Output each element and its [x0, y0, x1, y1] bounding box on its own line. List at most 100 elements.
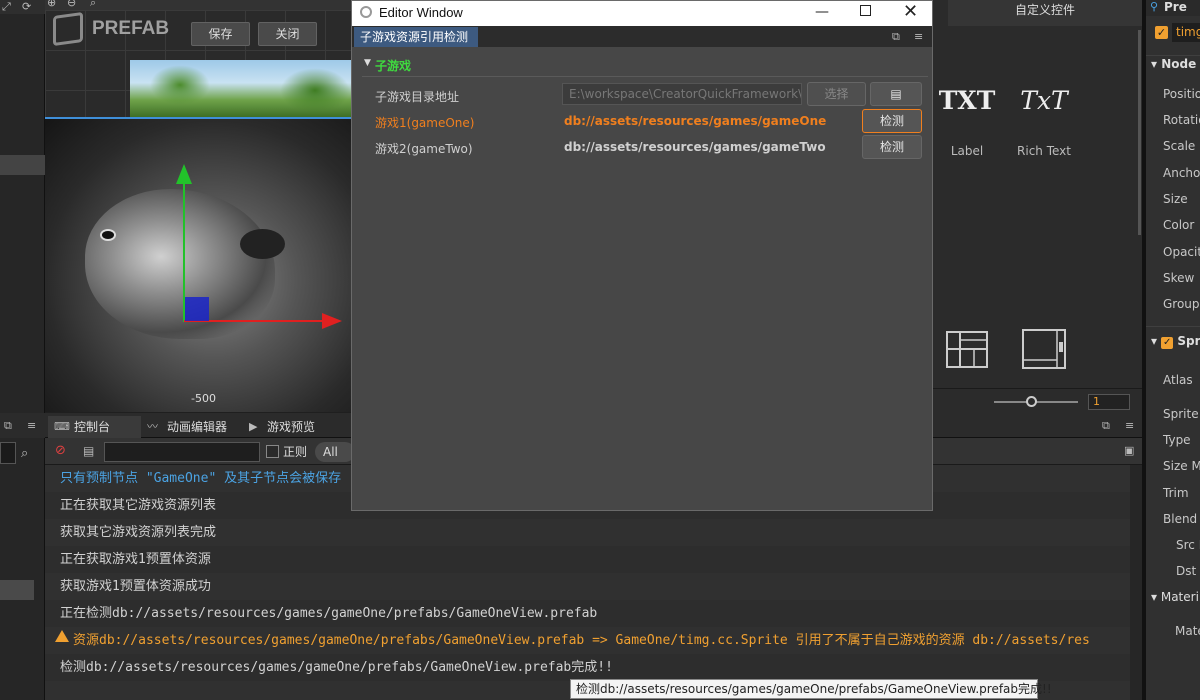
richtext-widget-icon[interactable]: TxT [1012, 86, 1076, 115]
collapse-icon[interactable]: ▣ [1124, 444, 1134, 458]
log-line[interactable]: 获取游戏1预置体资源成功 [60, 573, 211, 600]
save-button[interactable]: 保存 [191, 22, 250, 46]
expand-icon[interactable]: ⤢ [2, 0, 11, 14]
tab-console[interactable]: ⌨ 控制台 [48, 416, 141, 438]
prop-skew: Skew [1163, 271, 1195, 285]
section-label[interactable]: 子游戏 [375, 57, 411, 74]
log-line[interactable]: 正在获取游戏1预置体资源 [60, 546, 211, 573]
game1-path: db://assets/resources/games/gameOne [564, 114, 827, 128]
prop-trim: Trim [1163, 486, 1189, 500]
prop-rotation: Rotation [1163, 113, 1200, 127]
node-name-input[interactable]: timg [1172, 23, 1200, 42]
lion-image [45, 119, 352, 412]
library-scrollbar[interactable] [1138, 30, 1141, 235]
check-game1-button[interactable]: 检测 [862, 109, 922, 133]
window-icon[interactable]: ⧉ [892, 30, 900, 44]
scrollview-widget-icon[interactable] [1022, 328, 1068, 372]
label-widget-icon[interactable]: TXT [937, 86, 997, 115]
menu-icon[interactable]: ≡ [914, 30, 923, 44]
scene-view[interactable]: ⊕ ⊖ ⌕ PREFAB 保存 关闭 -500 [45, 0, 352, 412]
log-line-warning[interactable]: 资源db://assets/resources/games/gameOne/pr… [73, 627, 1090, 654]
sprite-enabled-checkbox[interactable]: ✓ [1161, 337, 1174, 349]
label-widget-label: Label [950, 144, 984, 158]
minimize-button[interactable]: — [815, 4, 829, 20]
layout-widget-icon[interactable] [946, 330, 990, 370]
prop-scale: Scale [1163, 139, 1196, 153]
x-axis-arrow-icon[interactable] [322, 313, 342, 329]
terminal-icon: ⌨ [54, 420, 70, 433]
prop-color: Color [1163, 218, 1195, 232]
xy-plane-handle[interactable] [185, 297, 209, 321]
open-file-button[interactable]: ▤ [870, 82, 922, 106]
open-log-icon[interactable]: ▤ [83, 444, 94, 458]
console-filter-input[interactable] [104, 442, 260, 462]
editor-window[interactable]: Editor Window — ✕ ⧉ ≡ 子游戏资源引用检测 ▼ 子游戏 子游… [351, 0, 933, 511]
zoom-input[interactable]: 1 [1088, 394, 1130, 410]
prop-src-blend: Src B [1176, 538, 1200, 552]
node-section-header[interactable]: ▾ Node [1151, 57, 1196, 71]
tab-game-preview-label: 游戏预览 [267, 420, 316, 434]
assets-selected-row[interactable] [0, 580, 34, 600]
animation-icon: 〰 [147, 420, 158, 433]
camera-icon: ▶ [249, 420, 258, 433]
window-close-button[interactable]: ✕ [903, 1, 918, 22]
search-icon[interactable]: ⌕ [90, 0, 96, 10]
game1-label: 游戏1(gameOne) [375, 116, 475, 130]
zoom-in-icon[interactable]: ⊕ [47, 0, 56, 10]
close-button[interactable]: 关闭 [258, 22, 317, 46]
node-section-label: Node [1161, 57, 1197, 71]
window-icon[interactable]: ⧉ [1102, 419, 1110, 433]
log-line[interactable]: 获取其它游戏资源列表完成 [60, 519, 216, 546]
tab-animation-editor[interactable]: 〰 动画编辑器 [145, 416, 227, 438]
tab-game-preview[interactable]: ▶ 游戏预览 [245, 416, 315, 438]
inspector-header: ⚲ Pre [1146, 0, 1200, 16]
widget-library: 自定义控件 TXT Label TxT Rich Text 1 [932, 0, 1142, 413]
dir-label: 子游戏目录地址 [375, 90, 460, 104]
check-game2-button[interactable]: 检测 [862, 135, 922, 159]
dir-path-input[interactable]: E:\workspace\CreatorQuickFramework\asset… [562, 83, 802, 105]
y-axis-arrow-icon[interactable] [176, 164, 192, 184]
prop-type: Type [1163, 433, 1191, 447]
sprite-section-header[interactable]: ▾ ✓ Spri [1151, 334, 1200, 349]
log-level-select[interactable]: All [315, 442, 355, 462]
game2-label: 游戏2(gameTwo) [375, 142, 473, 156]
prop-anchor: Anchor [1163, 166, 1200, 180]
zoom-slider-thumb[interactable] [1026, 396, 1037, 407]
regex-checkbox[interactable] [266, 445, 279, 458]
tab-resource-check[interactable]: 子游戏资源引用检测 [354, 27, 478, 47]
search-icon[interactable]: ⌕ [21, 447, 28, 461]
material-section-label: Materi [1160, 590, 1199, 604]
log-line-info[interactable]: 只有预制节点 "GameOne" 及其子节点会被保存 [60, 465, 341, 492]
select-dir-button[interactable]: 选择 [807, 82, 866, 106]
assets-toolbar: ⧉ ≡ [0, 413, 45, 438]
log-line[interactable]: 正在检测db://assets/resources/games/gameOne/… [60, 600, 597, 627]
prefab-cube-icon [53, 11, 83, 47]
menu-icon[interactable]: ≡ [1125, 419, 1134, 433]
hierarchy-selected-row[interactable] [0, 155, 45, 175]
game2-path: db://assets/resources/games/gameTwo [564, 140, 826, 154]
document-icon: ▤ [890, 87, 902, 101]
custom-widgets-tab[interactable]: 自定义控件 [948, 0, 1142, 26]
prefab-label: PREFAB [92, 18, 170, 39]
material-section-header[interactable]: ▾ Materi [1151, 590, 1199, 604]
maximize-button[interactable] [860, 5, 871, 16]
menu-icon[interactable]: ≡ [27, 419, 36, 433]
zoom-out-icon[interactable]: ⊖ [67, 0, 76, 10]
window-title: Editor Window [379, 5, 463, 20]
node-active-checkbox[interactable]: ✓ [1155, 26, 1168, 39]
section-toggle-icon[interactable]: ▼ [364, 58, 371, 68]
log-line[interactable]: 正在获取其它游戏资源列表 [60, 492, 216, 519]
log-line[interactable]: 检测db://assets/resources/games/gameOne/pr… [60, 654, 613, 681]
window-icon[interactable]: ⧉ [4, 419, 12, 433]
bamboo-image [130, 60, 352, 117]
prop-atlas: Atlas [1163, 373, 1193, 387]
prop-size-mode: Size Mo [1163, 459, 1200, 473]
prop-size: Size [1163, 192, 1188, 206]
refresh-icon[interactable]: ⟳ [22, 0, 31, 14]
log-tooltip: 检测db://assets/resources/games/gameOne/pr… [570, 679, 1052, 699]
clear-icon[interactable]: ⊘ [55, 444, 66, 458]
window-titlebar[interactable]: Editor Window — ✕ [352, 1, 932, 26]
library-footer: 1 [932, 388, 1142, 413]
assets-search-input[interactable] [0, 442, 16, 464]
console-scrollbar[interactable] [1130, 465, 1142, 700]
